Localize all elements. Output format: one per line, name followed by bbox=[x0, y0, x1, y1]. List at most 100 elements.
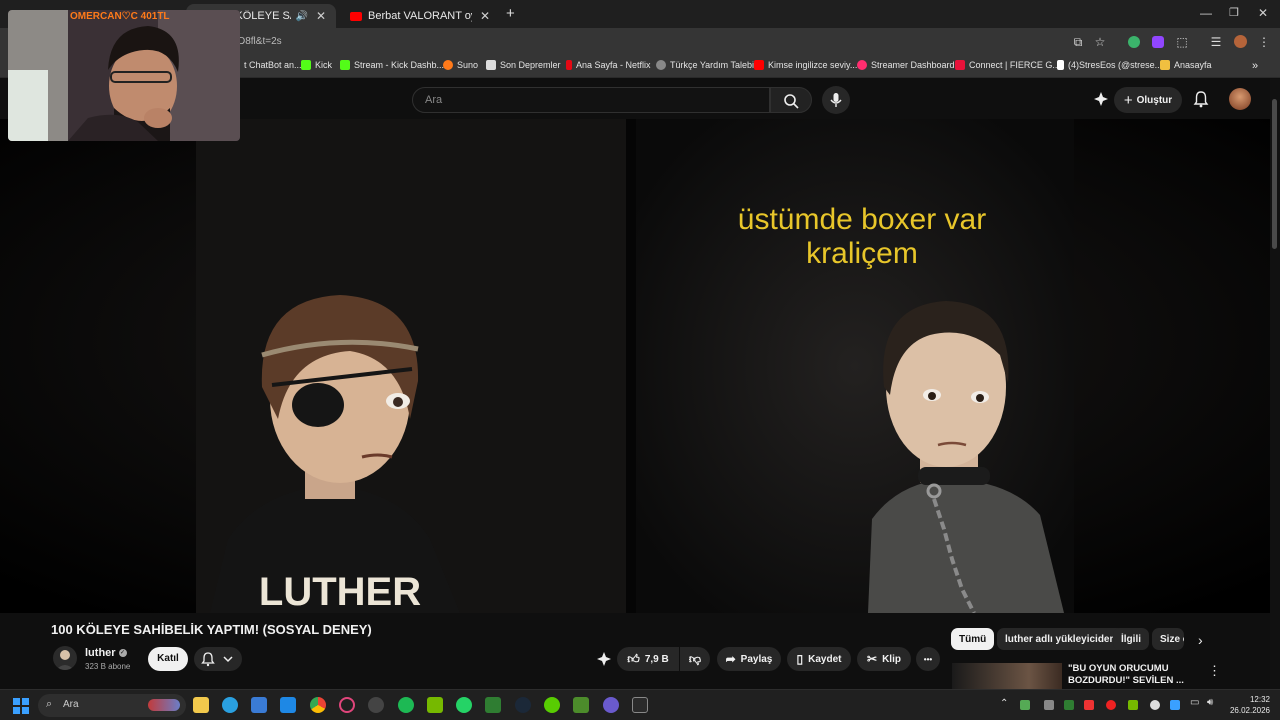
bookmark-item[interactable]: Stream - Kick Dashb... bbox=[340, 60, 444, 70]
search-input[interactable]: Ara bbox=[412, 87, 770, 113]
network-icon[interactable]: ▭ bbox=[1190, 697, 1199, 708]
dislike-button[interactable]: 👎︎ bbox=[680, 647, 710, 671]
file-explorer-icon[interactable] bbox=[193, 697, 209, 713]
join-button[interactable]: Katıl bbox=[148, 647, 188, 671]
store-icon[interactable] bbox=[251, 697, 267, 713]
chip-for-you[interactable]: Size ö bbox=[1152, 628, 1184, 650]
chevron-right-icon[interactable]: › bbox=[1198, 632, 1203, 648]
chevron-down-icon bbox=[223, 656, 233, 663]
bookmark-item[interactable]: Anasayfa bbox=[1160, 60, 1212, 70]
profile-icon[interactable] bbox=[1232, 34, 1248, 50]
tray-expand-icon[interactable]: ⌃ bbox=[1000, 698, 1008, 709]
bookmark-item[interactable]: (4)StresEos (@strese... bbox=[1057, 60, 1162, 70]
duolingo-icon[interactable] bbox=[544, 697, 560, 713]
video-frame: LUTHER üstümde boxer var kraliçem bbox=[0, 119, 1270, 613]
subtitle-line-2: kraliçem bbox=[806, 237, 918, 270]
obs-icon[interactable] bbox=[368, 697, 384, 713]
like-button[interactable]: 👍︎ 7,9 B bbox=[617, 647, 679, 671]
close-icon[interactable]: ✕ bbox=[480, 9, 490, 23]
extensions-puzzle-icon[interactable]: ⬚ bbox=[1174, 34, 1190, 50]
whatsapp-icon[interactable] bbox=[456, 697, 472, 713]
scrollbar-thumb[interactable] bbox=[1272, 99, 1277, 249]
minecraft-icon[interactable] bbox=[573, 697, 589, 713]
more-actions-button[interactable]: ••• bbox=[916, 647, 940, 671]
channel-avatar[interactable] bbox=[53, 646, 77, 670]
tray-icon[interactable] bbox=[1044, 700, 1054, 710]
app-icon[interactable] bbox=[485, 697, 501, 713]
create-button[interactable]: + Oluştur bbox=[1114, 87, 1182, 113]
menu-kebab-icon[interactable]: ⋮ bbox=[1256, 34, 1272, 50]
thumbs-down-icon: 👎︎ bbox=[688, 651, 702, 666]
steam-icon[interactable] bbox=[515, 697, 531, 713]
url-text[interactable]: D8fl&t=2s bbox=[238, 36, 282, 47]
search-button[interactable] bbox=[770, 87, 812, 113]
volume-icon[interactable]: 🔊︎ bbox=[1207, 697, 1213, 708]
fierce-icon bbox=[955, 60, 965, 70]
account-avatar[interactable] bbox=[1229, 88, 1251, 110]
subscription-bell-button[interactable] bbox=[194, 647, 242, 671]
bookmark-item[interactable]: t ChatBot an... bbox=[244, 60, 302, 70]
tiktok-icon bbox=[1057, 60, 1064, 70]
recommendation-thumbnail[interactable] bbox=[952, 663, 1062, 689]
chip-all[interactable]: Tümü bbox=[951, 628, 995, 650]
bell-icon bbox=[201, 652, 215, 667]
bookmark-item[interactable]: Ana Sayfa - Netflix bbox=[566, 60, 651, 70]
epic-games-icon[interactable] bbox=[632, 697, 648, 713]
tray-icon[interactable] bbox=[1084, 700, 1094, 710]
video-player[interactable]: LUTHER üstümde boxer var kraliçem bbox=[0, 119, 1270, 613]
share-icon: ➦ bbox=[725, 652, 736, 666]
chip-uploader[interactable]: luther adlı yükleyiciden bbox=[997, 628, 1124, 650]
bookmark-item[interactable]: Kick bbox=[301, 60, 332, 70]
notifications-bell-icon[interactable] bbox=[1193, 90, 1209, 113]
tray-icon[interactable] bbox=[1020, 700, 1030, 710]
more-bookmarks-button[interactable]: » bbox=[1252, 60, 1258, 72]
outlook-icon[interactable] bbox=[280, 697, 296, 713]
search-icon: ⌕ bbox=[46, 698, 53, 710]
voice-search-button[interactable] bbox=[822, 86, 850, 114]
chrome-icon[interactable] bbox=[310, 697, 326, 713]
chip-related[interactable]: İlgili bbox=[1113, 628, 1149, 650]
share-button[interactable]: ➦ Paylaş bbox=[717, 647, 781, 671]
tray-icon[interactable] bbox=[1106, 700, 1116, 710]
tab-search-icon[interactable]: ☰ bbox=[1208, 34, 1224, 50]
page-scrollbar[interactable] bbox=[1270, 79, 1280, 689]
app-circle-icon[interactable] bbox=[603, 697, 619, 713]
restore-icon[interactable]: ❐ bbox=[1229, 6, 1239, 19]
save-label: Kaydet bbox=[808, 653, 842, 665]
save-button[interactable]: ▯ Kaydet bbox=[787, 647, 851, 671]
minimize-icon[interactable]: — bbox=[1200, 6, 1212, 20]
bookmark-item[interactable]: Streamer Dashboard bbox=[857, 60, 955, 70]
recommendation-menu-icon[interactable]: ⋮ bbox=[1208, 663, 1221, 679]
bookmark-item[interactable]: Kimse ingilizce seviy... bbox=[754, 60, 857, 70]
star-icon[interactable]: ☆ bbox=[1092, 34, 1108, 50]
recommendation-title[interactable]: "BU OYUN ORUCUMU BOZDURDU!" SEVİLEN ... bbox=[1068, 663, 1198, 687]
windows-start-icon[interactable] bbox=[13, 698, 29, 719]
bookmark-item[interactable]: Son Depremler bbox=[486, 60, 561, 70]
bookmark-item[interactable]: Connect | FIERCE G... bbox=[955, 60, 1060, 70]
taskbar-search[interactable]: ⌕ Ara bbox=[38, 694, 186, 717]
ai-sparkle-icon[interactable] bbox=[1093, 91, 1109, 112]
tab-valorant[interactable]: Berbat VALORANT oynuyorsun. ✕ bbox=[340, 4, 500, 28]
clip-button[interactable]: ✂ Klip bbox=[857, 647, 911, 671]
new-tab-button[interactable]: + bbox=[506, 5, 515, 22]
taskbar-clock[interactable]: 12:32 26.02.2026 bbox=[1226, 694, 1270, 716]
ai-ask-icon[interactable] bbox=[596, 651, 612, 672]
bookmark-icon: ▯ bbox=[796, 652, 804, 666]
nvidia-icon[interactable] bbox=[427, 697, 443, 713]
tray-icon[interactable] bbox=[1170, 700, 1180, 710]
extension-purple-icon[interactable] bbox=[1150, 34, 1166, 50]
install-app-icon[interactable]: ⧉ bbox=[1070, 34, 1086, 50]
edge-icon[interactable] bbox=[222, 697, 238, 713]
channel-name-row[interactable]: luther ✓ bbox=[85, 647, 127, 659]
bookmark-item[interactable]: Türkçe Yardım Talebi bbox=[656, 60, 754, 70]
close-window-icon[interactable]: ✕ bbox=[1258, 6, 1268, 20]
tray-icon[interactable] bbox=[1150, 700, 1160, 710]
tray-icon[interactable] bbox=[1128, 700, 1138, 710]
bookmark-label: Streamer Dashboard bbox=[871, 60, 955, 70]
extension-green-icon[interactable] bbox=[1126, 34, 1142, 50]
tray-icon[interactable] bbox=[1064, 700, 1074, 710]
opera-icon[interactable] bbox=[339, 697, 355, 713]
close-icon[interactable]: ✕ bbox=[316, 9, 326, 23]
spotify-icon[interactable] bbox=[398, 697, 414, 713]
bookmark-item[interactable]: Suno bbox=[443, 60, 478, 70]
